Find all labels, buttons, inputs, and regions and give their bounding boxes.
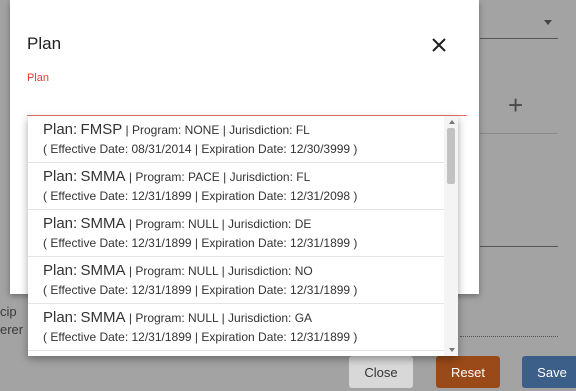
option-plan-label: Plan: <box>43 121 78 138</box>
option-details: | Program: PACE | Jurisdiction: FL <box>125 170 311 184</box>
background-select-underline <box>480 38 558 39</box>
option-summary: Plan: SMMA | Program: PACE | Jurisdictio… <box>43 168 310 185</box>
scroll-up-arrow-icon[interactable] <box>449 120 455 124</box>
scroll-down-arrow-icon[interactable] <box>449 348 455 352</box>
option-plan-name: FMSP <box>80 121 123 138</box>
option-summary: Plan: FMSP | Program: NONE | Jurisdictio… <box>43 121 310 138</box>
background-text-fragment: cip <box>0 304 17 319</box>
close-icon[interactable] <box>428 34 450 56</box>
option-details: | Program: NULL | Jurisdiction: DE <box>125 217 312 231</box>
background-text-fragment: erer <box>0 322 24 337</box>
list-item[interactable]: Plan: SMMA | Program: PACE | Jurisdictio… <box>28 163 444 210</box>
option-details: | Program: NULL | Jurisdiction: GA <box>125 311 313 325</box>
option-dates: ( Effective Date: 12/31/1899 | Expiratio… <box>43 330 358 344</box>
option-dates: ( Effective Date: 12/31/1899 | Expiratio… <box>43 283 358 297</box>
list-item[interactable]: Plan: SMMA | Program: NULL | Jurisdictio… <box>28 257 444 304</box>
option-details: | Program: NONE | Jurisdiction: FL <box>122 123 310 137</box>
background-divider <box>480 133 558 134</box>
scrollbar-thumb[interactable] <box>447 128 455 184</box>
option-plan-name: SMMA <box>80 168 126 185</box>
option-summary: Plan: SMMA | Program: NULL | Jurisdictio… <box>43 309 312 326</box>
option-dates: ( Effective Date: 12/31/1899 | Expiratio… <box>43 189 358 203</box>
option-plan-label: Plan: <box>43 262 78 279</box>
reset-button[interactable]: Reset <box>436 356 500 388</box>
list-item[interactable]: Plan: SMMA | Program: NULL | Jurisdictio… <box>28 304 444 351</box>
dialog-title: Plan <box>27 34 62 53</box>
plan-field-label: Plan <box>27 72 50 84</box>
save-button[interactable]: Save <box>522 356 576 388</box>
option-dates: ( Effective Date: 12/31/1899 | Expiratio… <box>43 236 358 250</box>
background-dotted-divider <box>460 336 558 337</box>
option-summary: Plan: SMMA | Program: NULL | Jurisdictio… <box>43 215 311 232</box>
option-plan-name: SMMA <box>80 309 126 326</box>
option-summary: Plan: SMMA | Program: NULL | Jurisdictio… <box>43 262 313 279</box>
add-icon[interactable]: + <box>508 92 523 118</box>
option-plan-name: SMMA <box>80 262 126 279</box>
close-button[interactable]: Close <box>349 356 413 388</box>
list-scrollbar[interactable] <box>444 116 458 356</box>
option-plan-label: Plan: <box>43 309 78 326</box>
option-plan-label: Plan: <box>43 215 78 232</box>
option-details: | Program: NULL | Jurisdiction: NO <box>125 264 313 278</box>
dropdown-caret-icon[interactable] <box>544 20 552 25</box>
plan-options-list[interactable]: Plan: FMSP | Program: NONE | Jurisdictio… <box>28 116 458 356</box>
list-item[interactable]: Plan: SMMA | Program: NULL | Jurisdictio… <box>28 210 444 257</box>
list-item[interactable]: Plan: FMSP | Program: NONE | Jurisdictio… <box>28 116 444 163</box>
option-plan-label: Plan: <box>43 168 78 185</box>
option-dates: ( Effective Date: 08/31/2014 | Expiratio… <box>43 142 358 156</box>
option-plan-name: SMMA <box>80 215 126 232</box>
background-field-underline <box>480 246 558 247</box>
